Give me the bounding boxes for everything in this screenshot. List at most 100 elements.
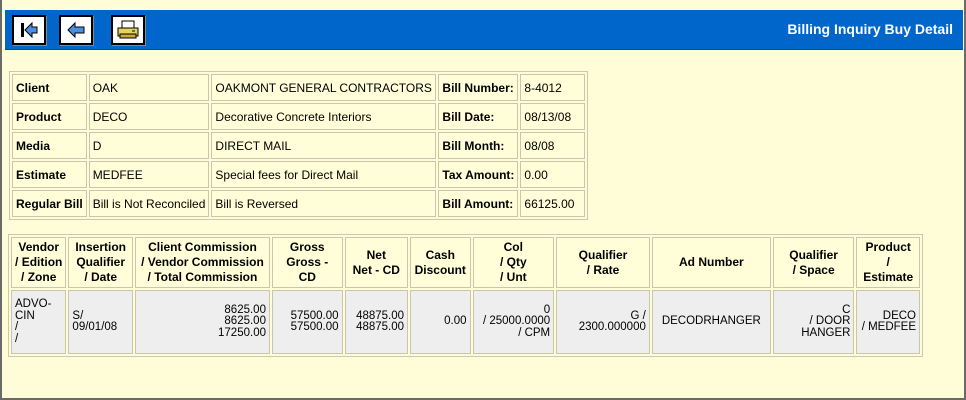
info-field-label: Bill Number: — [438, 74, 519, 101]
info-row: Media D DIRECT MAIL Bill Month: 08/08 — [12, 132, 586, 159]
header-line: Col — [503, 240, 523, 254]
header-line: / Vendor Commission — [141, 255, 264, 269]
title-bar: Billing Inquiry Buy Detail — [5, 10, 963, 50]
table-cell: DECO / MEDFEE — [856, 290, 920, 354]
info-description: Bill is Reversed — [211, 190, 437, 217]
header-line: Vendor — [18, 240, 60, 254]
info-field-label: Tax Amount: — [438, 161, 519, 188]
table-cell: 0/ 25000.0000/ CPM — [472, 290, 555, 354]
header-line: / Total Commission — [147, 270, 258, 284]
info-field-value: 8-4012 — [520, 74, 586, 101]
info-field-value: 08/13/08 — [520, 103, 586, 130]
header-line: Client Commission — [148, 240, 257, 254]
table-cell: G /2300.000000 — [556, 290, 650, 354]
table-cell: 48875.00 48875.00 — [344, 290, 409, 354]
arrow-left-icon — [67, 21, 85, 39]
cell-line: DECODRHANGER — [661, 315, 761, 328]
header-line: Cash — [425, 247, 455, 262]
column-header: Client Commission / Vendor Commission / To… — [134, 237, 270, 288]
column-header: Vendor / Edition / Zone — [11, 237, 67, 288]
table-row: ADVO- CIN / / S/09/01/08 8625.00 8625.00 17250.… — [11, 290, 920, 354]
header-line: Discount — [414, 262, 466, 277]
app-window: Billing Inquiry Buy Detail Client OAK OAKM… — [0, 0, 966, 400]
info-code: MEDFEE — [88, 161, 210, 188]
header-line: / Rate — [586, 262, 620, 277]
header-line: Ad Number — [679, 255, 744, 269]
header-line: / Qty — [499, 255, 527, 269]
column-header: Product / Estimate — [856, 237, 920, 288]
column-header: Cash Discount — [410, 237, 471, 288]
header-line: Gross - CD — [286, 255, 329, 284]
cell-line: 17250.00 — [218, 326, 266, 339]
header-line: / Date — [84, 270, 118, 284]
info-label: Media — [12, 132, 87, 159]
column-header: Qualifier / Space — [772, 237, 855, 288]
header-line: / Space — [792, 262, 835, 277]
info-description: Special fees for Direct Mail — [211, 161, 437, 188]
bill-info-table: Client OAK OAKMONT GENERAL CONTRACTORS Bill… — [9, 71, 589, 220]
cell-line: HANGER — [801, 326, 851, 339]
header-line: / Zone — [21, 270, 57, 284]
table-cell: C / DOOR HANGER — [772, 290, 855, 354]
table-cell: 8625.00 8625.00 17250.00 — [134, 290, 270, 354]
column-header: Insertion Qualifier / Date — [68, 237, 133, 288]
info-description: DIRECT MAIL — [211, 132, 437, 159]
table-cell: 0.00 — [410, 290, 471, 354]
header-line: / Edition — [15, 255, 63, 269]
info-code: D — [88, 132, 210, 159]
header-line: Gross — [289, 240, 325, 254]
info-code: OAK — [88, 74, 210, 101]
cell-line: 09/01/08 — [72, 321, 118, 333]
cell-line: 2300.000000 — [578, 321, 646, 333]
header-line: Net - CD — [352, 262, 400, 277]
info-label: Product — [12, 103, 87, 130]
info-field-label: Bill Month: — [438, 132, 519, 159]
back-button[interactable] — [59, 15, 93, 45]
page-title: Billing Inquiry Buy Detail — [787, 21, 953, 37]
table-cell: DECODRHANGER — [651, 290, 771, 354]
skip-to-first-icon — [21, 21, 38, 39]
header-line: Net — [366, 247, 386, 262]
column-header: Net Net - CD — [344, 237, 409, 288]
cell-line: / — [15, 332, 19, 345]
info-field-label: Bill Amount: — [438, 190, 519, 217]
header-line: / Unt — [499, 270, 527, 284]
cell-line: / CPM — [518, 326, 551, 339]
info-description: OAKMONT GENERAL CONTRACTORS — [211, 74, 437, 101]
cell-line: / MEDFEE — [861, 321, 916, 333]
buy-detail-table: Vendor / Edition / Zone Insertion Qualifier /… — [8, 234, 923, 357]
info-field-label: Bill Date: — [438, 103, 519, 130]
header-line: Insertion — [75, 240, 126, 254]
header-line: Qualifier — [578, 247, 628, 262]
column-header: Qualifier / Rate — [556, 237, 650, 288]
column-header: Ad Number — [651, 237, 771, 288]
info-row: Estimate MEDFEE Special fees for Direct Ma… — [12, 161, 586, 188]
cell-line: 48875.00 — [356, 321, 405, 333]
info-code: DECO — [88, 103, 210, 130]
table-cell: ADVO- CIN / / — [11, 290, 67, 354]
cell-line: ADVO- — [15, 298, 52, 310]
info-field-value: 66125.00 — [520, 190, 586, 217]
table-cell: 57500.00 57500.00 — [271, 290, 343, 354]
header-line: Product — [865, 240, 911, 254]
header-line: Qualifier — [76, 255, 126, 269]
info-description: Decorative Concrete Interiors — [211, 103, 437, 130]
info-code: Bill is Not Reconciled — [88, 190, 210, 217]
printer-icon — [117, 20, 139, 39]
info-row: Client OAK OAKMONT GENERAL CONTRACTORS Bill… — [12, 74, 586, 101]
cell-line: CIN — [15, 309, 35, 322]
info-row: Product DECO Decorative Concrete Interiors… — [12, 103, 586, 130]
table-cell: S/09/01/08 — [68, 290, 133, 354]
info-label: Estimate — [12, 161, 87, 188]
cell-line: 0.00 — [444, 315, 467, 328]
info-label: Regular Bill — [12, 190, 87, 217]
info-field-value: 08/08 — [520, 132, 586, 159]
first-record-button[interactable] — [12, 15, 46, 45]
info-field-value: 0.00 — [520, 161, 586, 188]
print-button[interactable] — [111, 15, 145, 45]
cell-line: 57500.00 — [290, 321, 339, 333]
cell-line: / — [15, 321, 19, 333]
info-label: Client — [12, 74, 87, 101]
column-header: Col / Qty / Unt — [472, 237, 555, 288]
header-line: Qualifier — [789, 247, 838, 262]
